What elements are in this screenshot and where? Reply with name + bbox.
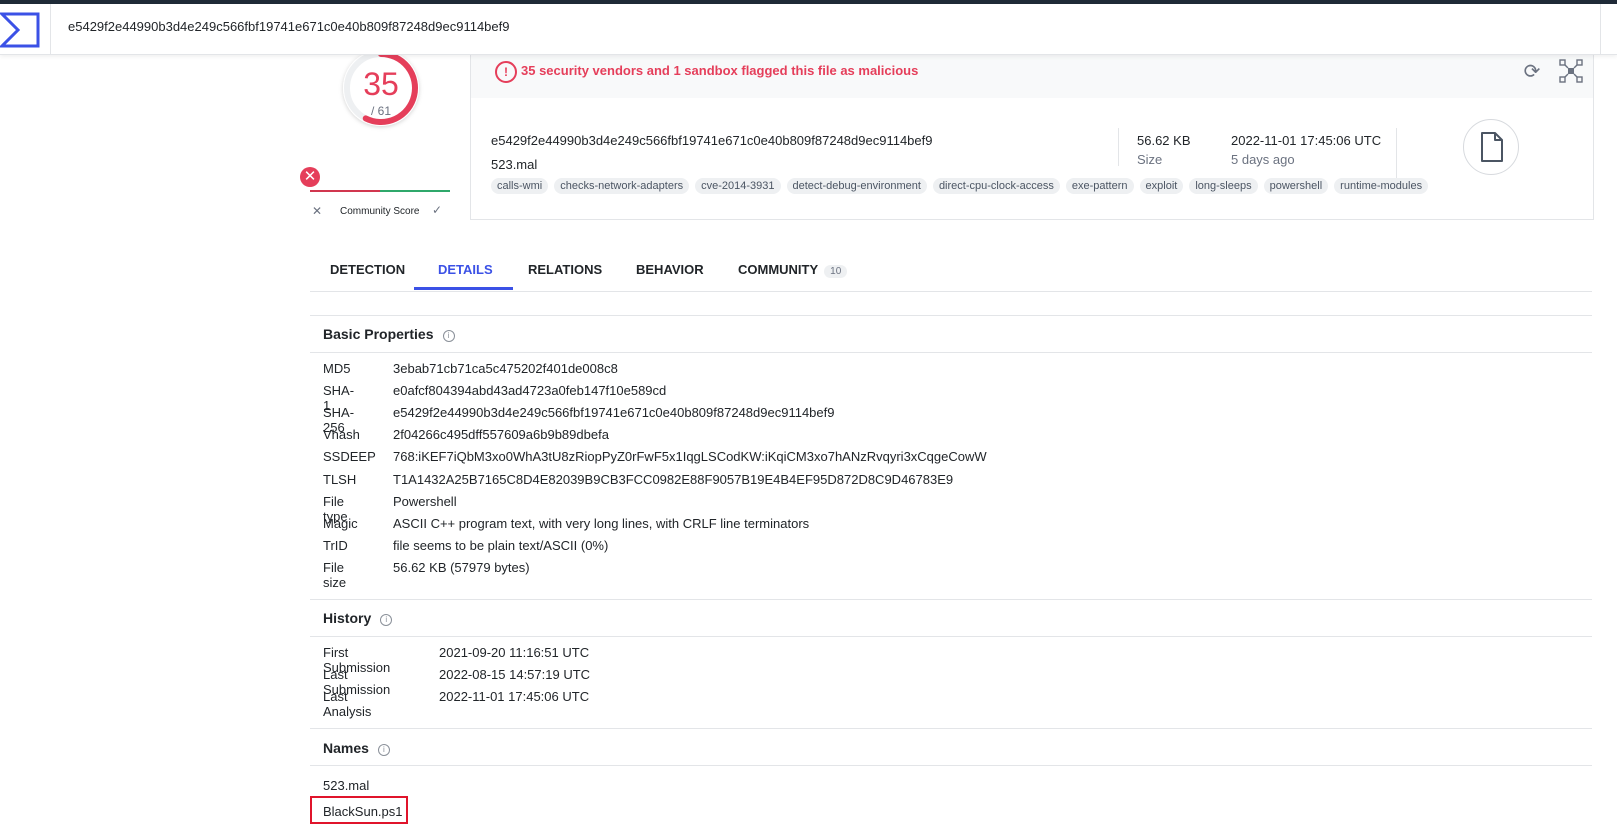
divider	[1118, 128, 1119, 166]
file-hash[interactable]: e5429f2e44990b3d4e249c566fbf19741e671c0e…	[491, 133, 932, 148]
alert-bar: ! 35 security vendors and 1 sandbox flag…	[471, 51, 1593, 98]
highlight-annotation	[310, 796, 408, 824]
tag[interactable]: detect-debug-environment	[786, 178, 927, 194]
tab-community[interactable]: COMMUNITY 10	[738, 262, 848, 278]
vote-malicious-icon[interactable]: ✕	[312, 204, 322, 218]
alert-icon: !	[495, 61, 517, 83]
analysis-date: 2022-11-01 17:45:06 UTC	[1231, 133, 1382, 148]
community-score-bar-positive	[380, 190, 450, 192]
property-key: Magic	[323, 516, 358, 531]
divider	[310, 636, 1592, 637]
tab-details[interactable]: DETAILS	[438, 262, 493, 277]
history-key: Last Analysis	[323, 689, 372, 719]
alert-text: 35 security vendors and 1 sandbox flagge…	[521, 63, 919, 78]
tag[interactable]: exploit	[1139, 178, 1184, 194]
virustotal-logo-icon[interactable]	[0, 10, 40, 50]
info-icon[interactable]: i	[442, 330, 455, 342]
file-icon	[1481, 132, 1503, 162]
section-title: History	[323, 610, 372, 626]
community-count-badge: 10	[824, 265, 848, 278]
history-heading: History i	[323, 610, 393, 626]
tag[interactable]: checks-network-adapters	[554, 178, 690, 194]
reanalyze-icon[interactable]: ⟳	[1521, 61, 1543, 83]
file-type-badge	[1463, 119, 1519, 175]
tag[interactable]: runtime-modules	[1334, 178, 1429, 194]
tag[interactable]: cve-2014-3931	[695, 178, 781, 194]
divider	[310, 315, 1592, 316]
history-value: 2021-09-20 11:16:51 UTC	[439, 645, 590, 660]
active-tab-indicator	[414, 287, 513, 290]
property-value: file seems to be plain text/ASCII (0%)	[393, 538, 609, 553]
property-key: SSDEEP	[323, 449, 376, 464]
property-key: TrID	[323, 538, 348, 553]
property-value: 56.62 KB (57979 bytes)	[393, 560, 530, 575]
info-icon[interactable]: i	[377, 744, 390, 756]
tab-behavior[interactable]: BEHAVIOR	[636, 262, 704, 277]
property-value[interactable]: T1A1432A25B7165C8D4E82039B9CB3FCC0982E88…	[393, 472, 953, 487]
divider	[310, 765, 1592, 766]
history-value: 2022-11-01 17:45:06 UTC	[439, 689, 590, 704]
vote-harmless-icon[interactable]: ✓	[432, 203, 442, 217]
divider	[310, 599, 1592, 600]
property-value[interactable]: 3ebab71cb71ca5c475202f401de008c8	[393, 361, 618, 376]
section-title: Basic Properties	[323, 326, 434, 342]
analysis-date-relative: 5 days ago	[1231, 152, 1295, 167]
search-input[interactable]: e5429f2e44990b3d4e249c566fbf19741e671c0e…	[68, 19, 509, 34]
header-divider	[50, 4, 51, 54]
detection-total: / 61	[370, 104, 391, 118]
graph-view-icon[interactable]	[1559, 59, 1583, 83]
tab-relations[interactable]: RELATIONS	[528, 262, 602, 277]
detection-count: 35	[363, 66, 399, 102]
divider	[310, 291, 1592, 292]
tag[interactable]: powershell	[1263, 178, 1329, 194]
property-value[interactable]: 768:iKEF7iQbM3xo0WhA3tU8zRiopPyZ0rFwF5x1…	[393, 449, 987, 464]
tag[interactable]: long-sleeps	[1189, 178, 1258, 194]
file-name: 523.mal	[491, 157, 538, 172]
property-key: Vhash	[323, 427, 360, 442]
property-value[interactable]: e5429f2e44990b3d4e249c566fbf19741e671c0e…	[393, 405, 834, 420]
info-icon[interactable]: i	[380, 614, 393, 626]
tab-community-label: COMMUNITY	[738, 262, 819, 277]
file-size-label: Size	[1137, 152, 1163, 167]
basic-properties-heading: Basic Properties i	[323, 326, 455, 342]
community-score: ✕ Community Score ✓	[308, 202, 450, 222]
property-value: Powershell	[393, 494, 457, 509]
header-divider-right	[1600, 4, 1601, 54]
tab-detection[interactable]: DETECTION	[330, 262, 405, 277]
community-score-badge-icon: ✕	[300, 167, 320, 187]
property-value: ASCII C++ program text, with very long l…	[393, 516, 810, 531]
community-score-bar-negative	[310, 190, 380, 192]
property-key: MD5	[323, 361, 351, 376]
tag[interactable]: exe-pattern	[1065, 178, 1134, 194]
tag[interactable]: calls-wmi	[491, 178, 549, 194]
top-header: e5429f2e44990b3d4e249c566fbf19741e671c0e…	[0, 4, 1617, 55]
names-heading: Names i	[323, 740, 390, 756]
file-size-value: 56.62 KB	[1137, 133, 1191, 148]
tag-list: calls-wmi checks-network-adapters cve-20…	[491, 178, 1429, 194]
property-value[interactable]: e0afcf804394abd43ad4723a0feb147f10e589cd	[393, 383, 666, 398]
tag[interactable]: direct-cpu-clock-access	[932, 178, 1060, 194]
property-value[interactable]: 2f04266c495dff557609a6b9b89dbefa	[393, 427, 609, 442]
community-score-label: Community Score	[340, 206, 420, 217]
divider	[310, 728, 1592, 729]
history-value: 2022-08-15 14:57:19 UTC	[439, 667, 591, 682]
divider	[310, 352, 1592, 353]
section-title: Names	[323, 740, 369, 756]
property-key: File size	[323, 560, 347, 590]
file-summary-card: ! 35 security vendors and 1 sandbox flag…	[470, 50, 1594, 220]
report-tabs: DETECTION DETAILS RELATIONS BEHAVIOR COM…	[310, 248, 1592, 292]
name-item: 523.mal	[323, 778, 370, 793]
property-key: TLSH	[323, 472, 357, 487]
